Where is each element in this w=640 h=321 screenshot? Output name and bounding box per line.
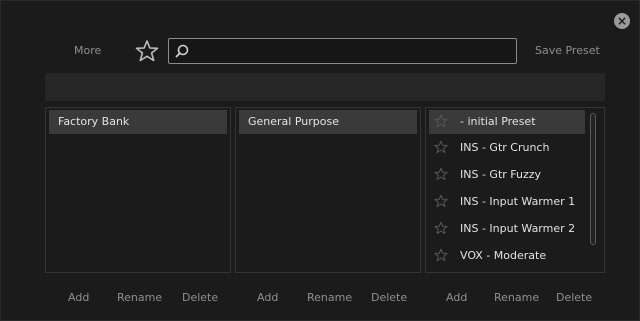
list-item-label: - initial Preset	[460, 115, 536, 128]
star-icon[interactable]	[434, 248, 448, 262]
favorite-star-icon[interactable]	[135, 39, 159, 63]
search-input[interactable]	[193, 41, 513, 63]
list-item[interactable]: INS - Gtr Fuzzy	[426, 161, 604, 188]
list-item[interactable]: INS - Input Warmer 1	[426, 188, 604, 215]
preset-list: - initial Preset INS - Gtr Crunch INS - …	[425, 107, 605, 273]
list-item[interactable]: INS - Gtr Crunch	[426, 134, 604, 161]
star-icon[interactable]	[434, 221, 448, 235]
list-item-label: INS - Input Warmer 2	[460, 222, 576, 235]
list-item-label: INS - Gtr Crunch	[460, 141, 550, 154]
add-preset-button[interactable]: Add	[446, 291, 467, 304]
list-item-label: INS - Input Warmer 1	[460, 195, 576, 208]
list-item[interactable]: VOX - Moderate	[426, 242, 604, 269]
rename-bank-button[interactable]: Rename	[117, 291, 162, 304]
category-list: General Purpose	[235, 107, 421, 273]
search-field[interactable]	[168, 38, 517, 64]
save-preset-button[interactable]: Save Preset	[535, 44, 600, 57]
close-icon[interactable]: ×	[614, 13, 630, 29]
delete-category-button[interactable]: Delete	[371, 291, 407, 304]
delete-bank-button[interactable]: Delete	[182, 291, 218, 304]
star-icon[interactable]	[434, 114, 448, 128]
rename-preset-button[interactable]: Rename	[494, 291, 539, 304]
list-item[interactable]: INS - Input Warmer 2	[426, 215, 604, 242]
more-button[interactable]: More	[74, 44, 101, 57]
bank-list: Factory Bank	[45, 107, 231, 273]
category-item-general-purpose[interactable]: General Purpose	[239, 110, 417, 134]
star-icon[interactable]	[434, 167, 448, 181]
bank-item-factory-bank[interactable]: Factory Bank	[49, 110, 227, 134]
delete-preset-button[interactable]: Delete	[556, 291, 592, 304]
add-category-button[interactable]: Add	[257, 291, 278, 304]
search-icon	[175, 44, 189, 58]
rename-category-button[interactable]: Rename	[307, 291, 352, 304]
preset-list-scrollbar[interactable]	[590, 113, 596, 245]
star-icon[interactable]	[434, 140, 448, 154]
list-item-label: VOX - Moderate	[460, 249, 547, 262]
filter-bar	[45, 73, 605, 101]
list-item-label: Factory Bank	[58, 115, 130, 128]
add-bank-button[interactable]: Add	[68, 291, 89, 304]
list-item-label: INS - Gtr Fuzzy	[460, 168, 542, 181]
list-item-label: General Purpose	[248, 115, 339, 128]
preset-browser-window: × More Save Preset Factory Bank General …	[0, 0, 640, 321]
list-item[interactable]: - initial Preset	[429, 110, 585, 134]
star-icon[interactable]	[434, 194, 448, 208]
